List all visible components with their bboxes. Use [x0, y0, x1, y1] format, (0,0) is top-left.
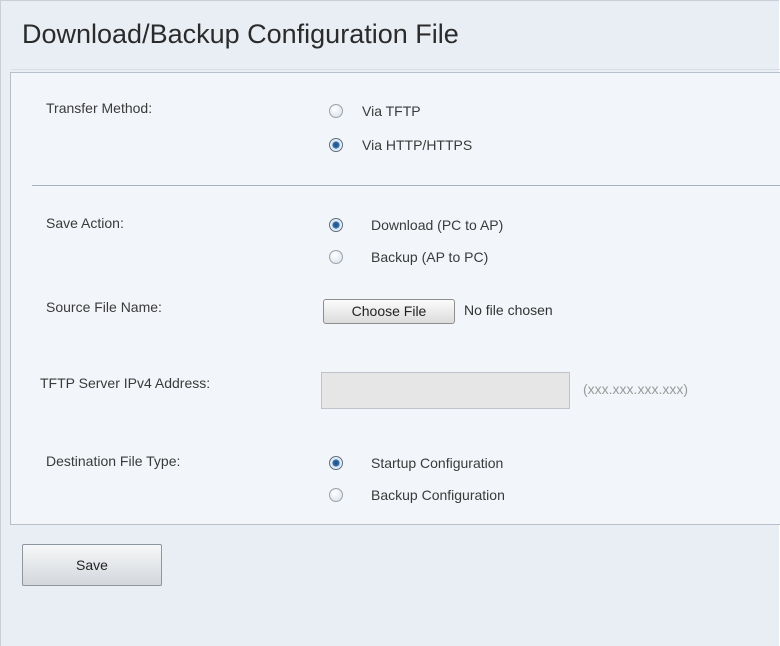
- radio-via-tftp-label[interactable]: Via TFTP: [362, 103, 421, 119]
- ip-format-hint: (xxx.xxx.xxx.xxx): [583, 381, 688, 397]
- transfer-method-label: Transfer Method:: [46, 100, 153, 116]
- title-divider: [11, 69, 780, 70]
- radio-via-http-https-label[interactable]: Via HTTP/HTTPS: [362, 137, 472, 153]
- radio-download[interactable]: [329, 218, 343, 232]
- choose-file-button[interactable]: Choose File: [323, 299, 455, 324]
- radio-backup-config-label[interactable]: Backup Configuration: [371, 487, 505, 503]
- radio-startup-config-label[interactable]: Startup Configuration: [371, 455, 503, 471]
- tftp-server-label: TFTP Server IPv4 Address:: [40, 375, 211, 391]
- destination-type-label: Destination File Type:: [46, 453, 181, 469]
- section-divider: [32, 185, 780, 186]
- save-button[interactable]: Save: [22, 544, 162, 586]
- page-title: Download/Backup Configuration File: [22, 19, 459, 49]
- radio-startup-config[interactable]: [329, 456, 343, 470]
- tftp-server-input[interactable]: [321, 372, 570, 409]
- radio-backup-config[interactable]: [329, 488, 343, 502]
- radio-backup[interactable]: [329, 250, 343, 264]
- radio-backup-label[interactable]: Backup (AP to PC): [371, 249, 488, 265]
- radio-download-label[interactable]: Download (PC to AP): [371, 217, 503, 233]
- radio-via-http-https[interactable]: [329, 138, 343, 152]
- radio-via-tftp[interactable]: [329, 104, 343, 118]
- file-status-text: No file chosen: [464, 302, 553, 318]
- source-file-label: Source File Name:: [46, 299, 162, 315]
- save-action-label: Save Action:: [46, 215, 124, 231]
